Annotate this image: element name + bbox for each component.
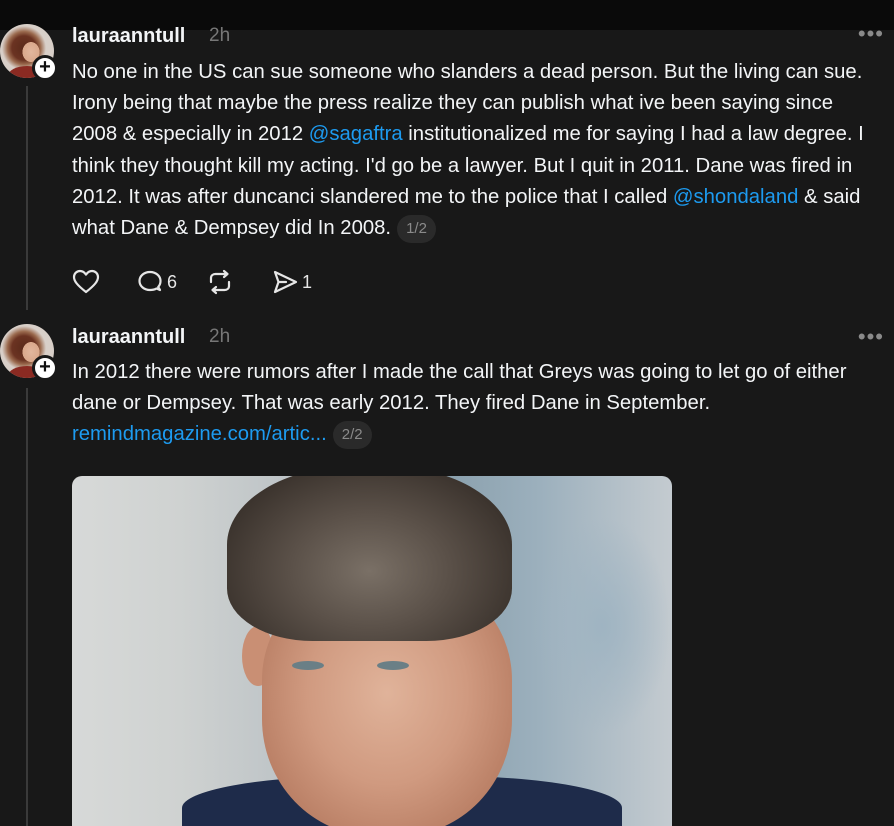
post-username[interactable]: lauraanntull [72, 24, 185, 48]
follow-plus-icon[interactable]: + [32, 55, 58, 81]
heart-icon [72, 269, 100, 294]
more-horizontal-icon[interactable]: ••• [858, 325, 884, 349]
mention-link[interactable]: @shondaland [673, 186, 798, 208]
post-time: 2h [209, 326, 231, 347]
comment-icon [138, 270, 162, 292]
repost-button[interactable] [205, 269, 235, 295]
mention-link[interactable]: @sagaftra [309, 123, 403, 145]
like-button[interactable] [72, 269, 100, 295]
action-bar: 6 1 [72, 268, 348, 296]
send-icon [273, 270, 298, 294]
thread-pager-badge: 2/2 [332, 421, 372, 450]
article-link[interactable]: remindmagazine.com/artic... [72, 423, 327, 445]
reply-button[interactable]: 6 [136, 269, 177, 295]
repost-icon [209, 269, 231, 295]
post-image[interactable] [72, 476, 672, 826]
post-text: No one in the US can sue someone who sla… [72, 57, 882, 244]
post-text-part: In 2012 there were rumors after I made t… [72, 361, 847, 415]
avatar-container[interactable]: + [0, 24, 58, 81]
share-count: 1 [302, 271, 313, 292]
post-text: In 2012 there were rumors after I made t… [72, 357, 882, 451]
thread-line [26, 388, 28, 826]
post-username[interactable]: lauraanntull [72, 325, 185, 349]
avatar-container[interactable]: + [0, 324, 58, 381]
thread-line [26, 86, 28, 310]
more-horizontal-icon[interactable]: ••• [858, 22, 884, 46]
post-time: 2h [209, 25, 231, 46]
share-button[interactable]: 1 [271, 269, 312, 295]
follow-plus-icon[interactable]: + [32, 355, 58, 381]
reply-count: 6 [167, 271, 178, 292]
thread-pager-badge: 1/2 [397, 215, 436, 244]
